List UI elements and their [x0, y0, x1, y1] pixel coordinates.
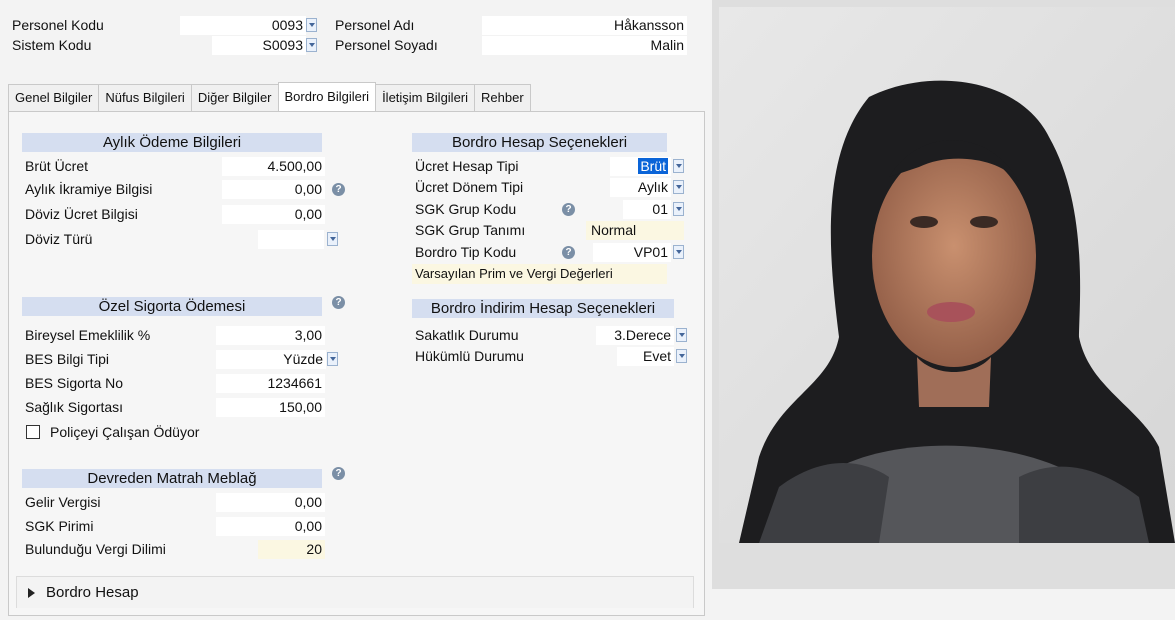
devreden-matrah-header: Devreden Matrah Meblağ: [22, 469, 322, 488]
hukumlu-durumu-select[interactable]: Evet: [617, 347, 674, 366]
vergi-dilimi-value: 20: [258, 540, 325, 559]
sgk-grup-kodu-dropdown-icon[interactable]: [673, 202, 684, 216]
aylik-ikramiye-input[interactable]: 0,00: [222, 180, 325, 199]
saglik-sigortasi-label: Sağlık Sigortası: [25, 399, 124, 415]
ucret-donem-tipi-label: Ücret Dönem Tipi: [415, 179, 524, 195]
ucret-hesap-tipi-select[interactable]: Brüt: [610, 157, 671, 176]
ucret-hesap-tipi-value: Brüt: [638, 158, 668, 174]
photo-frame: [712, 0, 1175, 589]
bireysel-emeklilik-input[interactable]: 3,00: [216, 326, 325, 345]
ozel-sigorta-header: Özel Sigorta Ödemesi: [22, 297, 322, 316]
sgk-grup-tanimi-value: Normal: [586, 221, 684, 240]
employee-photo-image: [719, 7, 1175, 543]
varsayilan-prim-vergi-link[interactable]: Varsayılan Prim ve Vergi Değerleri: [412, 264, 667, 284]
bordro-tip-kodu-dropdown-icon[interactable]: [673, 245, 684, 259]
bordro-tip-kodu-label: Bordro Tip Kodu: [415, 244, 517, 260]
aylik-odeme-header: Aylık Ödeme Bilgileri: [22, 133, 322, 152]
tab-strip: Genel Bilgiler Nüfus Bilgileri Diğer Bil…: [8, 82, 531, 111]
bordro-tip-help-icon[interactable]: ?: [562, 246, 575, 259]
bordro-indirim-header: Bordro İndirim Hesap Seçenekleri: [412, 299, 674, 318]
aylik-ikramiye-label: Aylık İkramiye Bilgisi: [25, 181, 153, 197]
bes-sigorta-no-input[interactable]: 1234661: [216, 374, 325, 393]
brut-ucret-input[interactable]: 4.500,00: [222, 157, 325, 176]
bireysel-emeklilik-label: Bireysel Emeklilik %: [25, 327, 151, 343]
sgk-grup-kodu-label: SGK Grup Kodu: [415, 201, 517, 217]
police-checkbox-label: Poliçeyi Çalışan Ödüyor: [50, 424, 200, 440]
personel-kodu-dropdown-icon[interactable]: [306, 18, 317, 32]
hukumlu-durumu-label: Hükümlü Durumu: [415, 348, 524, 364]
sgk-grup-help-icon[interactable]: ?: [562, 203, 575, 216]
sistem-kodu-label: Sistem Kodu: [12, 37, 92, 53]
sgk-grup-tanimi-label: SGK Grup Tanımı: [415, 222, 526, 238]
hukumlu-durumu-dropdown-icon[interactable]: [676, 349, 687, 363]
ucret-donem-tipi-select[interactable]: Aylık: [610, 178, 671, 197]
doviz-ucret-input[interactable]: 0,00: [222, 205, 325, 224]
sakatlik-durumu-select[interactable]: 3.Derece: [596, 326, 674, 345]
personel-soyadi-label: Personel Soyadı: [335, 37, 438, 53]
tab-rehber[interactable]: Rehber: [474, 84, 531, 111]
ucret-donem-tipi-dropdown-icon[interactable]: [673, 180, 684, 194]
doviz-turu-select[interactable]: [258, 230, 324, 249]
saglik-sigortasi-input[interactable]: 150,00: [216, 398, 325, 417]
sakatlik-durumu-dropdown-icon[interactable]: [676, 328, 687, 342]
ikramiye-help-icon[interactable]: ?: [332, 183, 345, 196]
vergi-dilimi-label: Bulunduğu Vergi Dilimi: [25, 541, 166, 557]
police-checkbox[interactable]: [26, 425, 40, 439]
bes-bilgi-tipi-dropdown-icon[interactable]: [327, 352, 338, 366]
tab-diger-bilgiler[interactable]: Diğer Bilgiler: [190, 84, 279, 111]
ucret-hesap-tipi-label: Ücret Hesap Tipi: [415, 158, 519, 174]
ucret-hesap-tipi-dropdown-icon[interactable]: [673, 159, 684, 173]
sgk-pirimi-label: SGK Pirimi: [25, 518, 94, 534]
personel-kodu-label: Personel Kodu: [12, 17, 104, 33]
doviz-ucret-label: Döviz Ücret Bilgisi: [25, 206, 138, 222]
personel-adi-input[interactable]: Håkansson: [482, 16, 687, 35]
tab-nufus-bilgileri[interactable]: Nüfus Bilgileri: [98, 84, 192, 111]
tab-iletisim-bilgileri[interactable]: İletişim Bilgileri: [375, 84, 476, 111]
sgk-pirimi-input[interactable]: 0,00: [216, 517, 325, 536]
sgk-grup-kodu-select[interactable]: 01: [623, 200, 671, 219]
sakatlik-durumu-label: Sakatlık Durumu: [415, 327, 519, 343]
gelir-vergisi-label: Gelir Vergisi: [25, 494, 101, 510]
bordro-hesap-expander[interactable]: Bordro Hesap: [16, 576, 694, 608]
doviz-turu-label: Döviz Türü: [25, 231, 93, 247]
tab-genel-bilgiler[interactable]: Genel Bilgiler: [8, 84, 100, 111]
bes-bilgi-tipi-select[interactable]: Yüzde: [216, 350, 326, 369]
brut-ucret-label: Brüt Ücret: [25, 158, 89, 174]
doviz-turu-dropdown-icon[interactable]: [327, 232, 338, 246]
employee-photo[interactable]: [719, 7, 1175, 543]
personel-soyadi-input[interactable]: Malin: [482, 36, 687, 55]
expand-arrow-icon: [28, 588, 35, 598]
tab-bordro-bilgileri[interactable]: Bordro Bilgileri: [277, 82, 377, 111]
ozel-sigorta-help-icon[interactable]: ?: [332, 296, 345, 309]
personel-adi-label: Personel Adı: [335, 17, 415, 33]
bes-bilgi-tipi-label: BES Bilgi Tipi: [25, 351, 110, 367]
sistem-kodu-input[interactable]: S0093: [212, 36, 306, 55]
devreden-help-icon[interactable]: ?: [332, 467, 345, 480]
bordro-hesap-label: Bordro Hesap: [46, 584, 139, 601]
bes-sigorta-no-label: BES Sigorta No: [25, 375, 124, 391]
sistem-kodu-dropdown-icon[interactable]: [306, 38, 317, 52]
bordro-hesap-secenekleri-header: Bordro Hesap Seçenekleri: [412, 133, 667, 152]
gelir-vergisi-input[interactable]: 0,00: [216, 493, 325, 512]
bordro-tip-kodu-select[interactable]: VP01: [593, 243, 671, 262]
personel-kodu-input[interactable]: 0093: [180, 16, 306, 35]
